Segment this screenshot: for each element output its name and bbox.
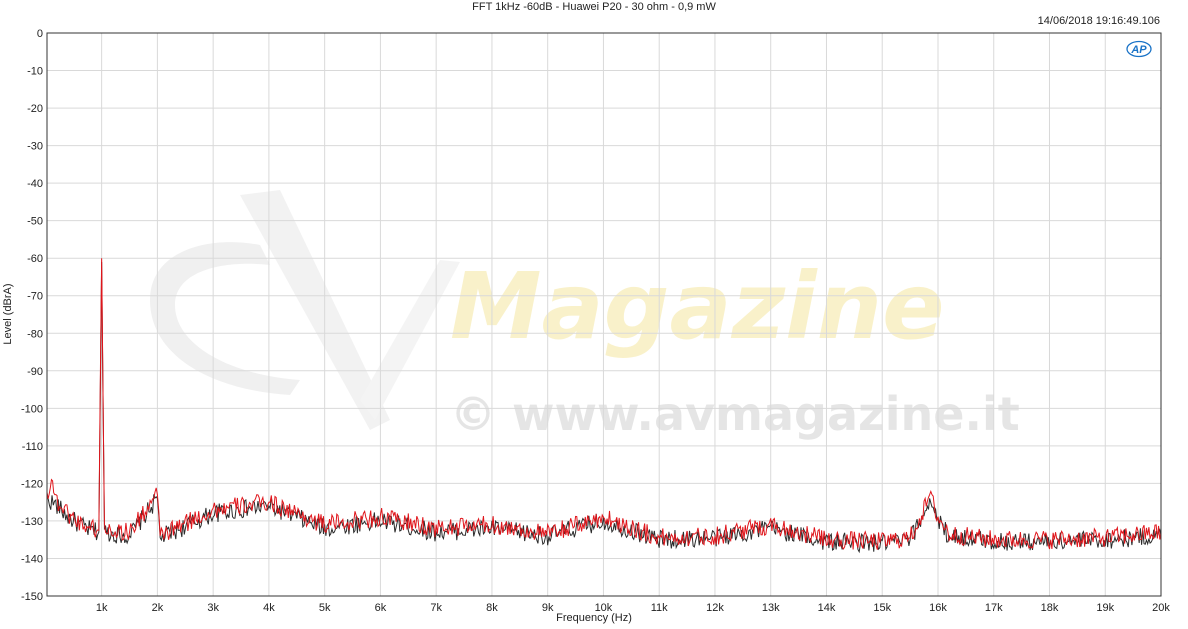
y-tick-label: -140: [21, 553, 43, 565]
y-tick-label: -30: [27, 141, 43, 153]
watermark-v-icon: [360, 260, 460, 420]
fft-chart: Magazine © www.avmagazine.it 0 -10 -20 -30 -…: [21, 28, 1170, 614]
watermark-url: © www.avmagazine.it: [450, 387, 1020, 441]
y-tick-label: -150: [21, 591, 43, 603]
y-tick-labels: 0 -10 -20 -30 -40 -50 -60 -70 -80 -90 -100 -110 -120…: [21, 28, 43, 603]
watermark: [150, 190, 460, 430]
y-tick-label: -40: [27, 178, 43, 190]
y-tick-label: -20: [27, 103, 43, 115]
x-axis-label: Frequency (Hz): [556, 612, 632, 624]
y-tick-label: -60: [27, 253, 43, 265]
y-tick-label: 0: [37, 28, 43, 40]
y-tick-label: -90: [27, 366, 43, 378]
y-axis-label: Level (dBrA): [2, 283, 14, 345]
y-tick-label: -100: [21, 403, 43, 415]
y-tick-label: -70: [27, 291, 43, 303]
watermark-swoosh-icon: [150, 242, 300, 395]
y-tick-label: -110: [22, 441, 43, 453]
y-tick-label: -120: [21, 478, 43, 490]
watermark-brand: Magazine: [450, 253, 945, 360]
y-tick-label: -10: [27, 66, 43, 78]
y-tick-label: -80: [27, 328, 43, 340]
y-tick-label: -50: [27, 216, 43, 228]
y-tick-label: -130: [21, 516, 43, 528]
